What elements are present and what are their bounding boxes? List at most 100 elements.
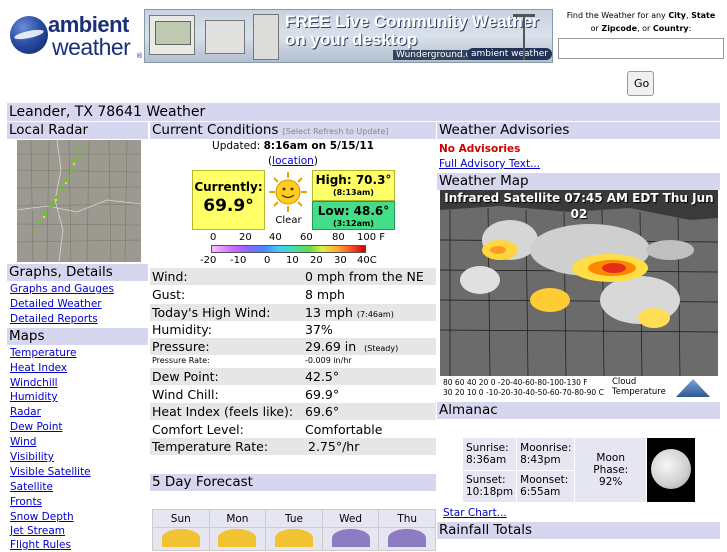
scale-f-tick: 100 F [357, 232, 386, 243]
map-link-fronts[interactable]: Fronts [10, 495, 42, 509]
partly-sunny-icon [161, 529, 200, 547]
high-temperature-box: High: 70.3° (8:13am) [312, 170, 395, 201]
map-link-temperature[interactable]: Temperature [10, 346, 77, 360]
humidity-row: Humidity: 37% [150, 321, 436, 338]
scale-c-tick: -10 [230, 255, 247, 266]
low-temperature: Low: 48.6° [317, 204, 390, 218]
weather-station-display-image [149, 15, 195, 55]
local-radar-map[interactable] [17, 140, 141, 262]
location-link[interactable]: location [272, 155, 314, 167]
detailed-weather-link[interactable]: Detailed Weather [10, 297, 102, 311]
infrared-satellite-map[interactable]: Infrared Satellite 07:45 AM EDT Thu Jun … [440, 190, 718, 400]
scale-c-tick: 30 [334, 255, 347, 266]
moonset-cell: Moonset: 6:55am [517, 470, 575, 502]
weather-finder: Find the Weather for any City, State or … [558, 9, 724, 96]
go-button[interactable]: Go [627, 71, 654, 96]
row-label: Heat Index (feels like): [152, 404, 294, 419]
row-value: 69.9° [305, 387, 340, 402]
row-label: Dew Point: [152, 369, 219, 384]
map-link-wind[interactable]: Wind [10, 435, 36, 449]
row-label: Wind: [152, 269, 188, 284]
weather-map-heading: Weather Map [437, 173, 720, 190]
satellite-map-timestamp: Infrared Satellite 07:45 AM EDT Thu Jun … [444, 191, 714, 221]
updated-line: Updated: 8:16am on 5/15/11 [150, 140, 436, 153]
forecast-day: Tue [265, 509, 323, 528]
legend-word-cloud: Cloud [612, 377, 637, 387]
wind-row: Wind: 0 mph from the NE [150, 268, 436, 285]
row-value: 0 mph from the NE [305, 269, 424, 284]
sunset-cell: Sunset: 10:18pm [463, 470, 517, 502]
sunrise-cell: Sunrise: 8:36am [463, 438, 517, 470]
map-link-visible-satellite[interactable]: Visible Satellite [10, 465, 91, 479]
ambient-weather-logo[interactable]: ambient weather ® [8, 10, 143, 66]
logo-text-weather: weather [52, 34, 131, 60]
currently-label: Currently: [194, 180, 263, 194]
dew-point-row: Dew Point: 42.5° [150, 368, 436, 385]
globe-icon [10, 16, 48, 54]
updated-value: 8:16am on 5/15/11 [263, 140, 374, 152]
high-temperature-time: (8:13am) [333, 188, 374, 197]
community-weather-banner[interactable]: FREE Live Community Weather on your desk… [144, 9, 553, 63]
row-value: -0.009 in/hr [305, 356, 352, 365]
updated-label: Updated: [212, 140, 261, 152]
map-link-heat-index[interactable]: Heat Index [10, 361, 67, 375]
weather-station-console-image [205, 20, 245, 54]
legend-celsius: 30 20 10 0 -10-20-30-40-50-60-70-80-90 C [443, 388, 604, 397]
refresh-note: [Select Refresh to Update] [282, 127, 389, 136]
satellite-legend: 80 60 40 20 0 -20-40-60-80-100-130 F 30 … [440, 376, 718, 400]
scale-c-tick: 0 [264, 255, 271, 266]
current-temperature-box: Currently: 69.9° [192, 170, 265, 230]
temperature-color-bar [211, 245, 366, 253]
weather-sensor-image [253, 14, 279, 60]
map-link-snow-depth[interactable]: Snow Depth [10, 510, 74, 524]
map-link-flight-rules[interactable]: Flight Rules [10, 538, 71, 552]
registered-mark: ® [136, 52, 143, 60]
partly-sunny-icon [218, 529, 257, 547]
pressure-row: Pressure: 29.69 in (Steady) [150, 338, 436, 355]
legend-fahrenheit: 80 60 40 20 0 -20-40-60-80-100-130 F [443, 378, 588, 387]
row-value: 2.75°/hr [308, 439, 360, 454]
wind-chill-row: Wind Chill: 69.9° [150, 386, 436, 403]
location-search-input[interactable] [558, 38, 724, 59]
row-value: 8 mph [305, 287, 345, 302]
full-advisory-link[interactable]: Full Advisory Text... [439, 158, 540, 170]
row-label: Comfort Level: [152, 422, 244, 437]
thunderstorm-icon [331, 529, 370, 547]
scale-c-tick: 40C [357, 255, 377, 266]
map-link-windchill[interactable]: Windchill [10, 376, 58, 390]
page-title: Leander, TX 78641 Weather [7, 103, 720, 121]
weather-mast-icon [523, 14, 525, 60]
current-conditions-title: Current Conditions [152, 122, 279, 138]
finder-instructions-line2: or Zipcode, or Country: [590, 24, 692, 33]
condition-label: Clear [275, 215, 302, 226]
sun-icon [269, 172, 307, 212]
scale-c-tick: 10 [286, 255, 299, 266]
map-link-visibility[interactable]: Visibility [10, 450, 54, 464]
five-day-forecast-heading: 5 Day Forecast [150, 474, 436, 491]
row-value: Comfortable [305, 422, 383, 437]
row-label: Temperature Rate: [152, 439, 269, 454]
star-chart-link[interactable]: Star Chart... [443, 507, 507, 519]
currently-value: 69.9° [203, 196, 254, 216]
row-label: Today's High Wind: [152, 305, 271, 320]
map-link-humidity[interactable]: Humidity [10, 390, 58, 404]
map-link-jet-stream[interactable]: Jet Stream [10, 524, 65, 538]
map-link-dew-point[interactable]: Dew Point [10, 420, 63, 434]
banner-subheadline: on your desktop [285, 30, 418, 49]
scale-c-tick: -20 [200, 255, 217, 266]
banner-headline: FREE Live Community Weather [285, 12, 539, 31]
low-temperature-box: Low: 48.6° (3:12am) [312, 201, 395, 230]
row-label: Pressure: [152, 339, 210, 354]
scale-f-tick: 0 [210, 232, 217, 243]
graphs-and-gauges-link[interactable]: Graphs and Gauges [10, 282, 114, 296]
scale-f-tick: 20 [239, 232, 252, 243]
map-link-satellite[interactable]: Satellite [10, 480, 53, 494]
radar-map-graphic [17, 140, 141, 262]
provider-logo-icon [676, 379, 710, 397]
row-label: Pressure Rate: [152, 356, 210, 365]
map-link-radar[interactable]: Radar [10, 405, 41, 419]
finder-instructions-line1: Find the Weather for any City, State [566, 11, 716, 20]
detailed-reports-link[interactable]: Detailed Reports [10, 312, 98, 326]
low-temperature-time: (3:12am) [333, 219, 374, 228]
forecast-day: Mon [208, 509, 267, 528]
